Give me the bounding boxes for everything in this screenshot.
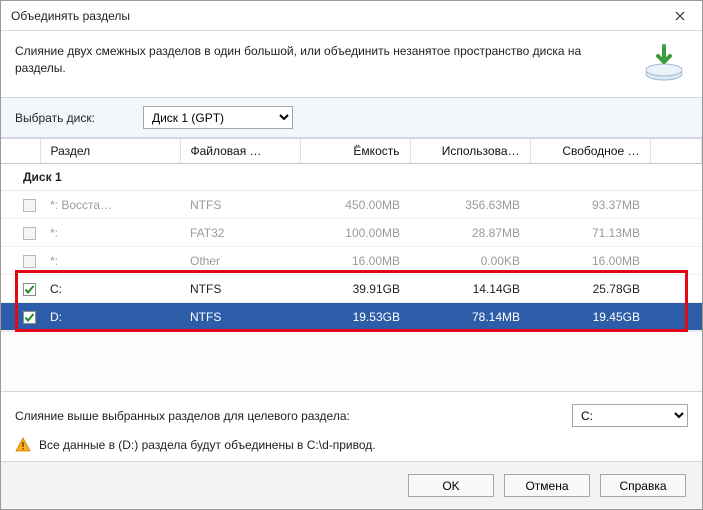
col-free[interactable]: Свободное … bbox=[530, 139, 650, 164]
partition-table: Раздел Файловая … Ёмкость Использова… Св… bbox=[1, 138, 702, 331]
merge-target-select[interactable]: C: bbox=[572, 404, 688, 427]
row-checkbox bbox=[23, 255, 36, 268]
close-button[interactable] bbox=[657, 1, 702, 31]
button-bar: OK Отмена Справка bbox=[1, 461, 702, 509]
cell-partition: D: bbox=[40, 303, 180, 331]
cell-free: 16.00MB bbox=[530, 247, 650, 275]
lower-panel: Слияние выше выбранных разделов для целе… bbox=[1, 391, 702, 461]
cell-capacity: 16.00MB bbox=[300, 247, 410, 275]
help-button[interactable]: Справка bbox=[600, 474, 686, 497]
row-checkbox-cell[interactable] bbox=[1, 275, 40, 303]
disk-select[interactable]: Диск 1 (GPT) bbox=[143, 106, 293, 129]
disk-group-row: Диск 1 bbox=[1, 164, 702, 191]
cell-used: 0.00KB bbox=[410, 247, 530, 275]
partition-row[interactable]: C:NTFS39.91GB14.14GB25.78GB bbox=[1, 275, 702, 303]
partition-row: *: Восста…NTFS450.00MB356.63MB93.37MB bbox=[1, 191, 702, 219]
cell-used: 78.14MB bbox=[410, 303, 530, 331]
disk-select-label: Выбрать диск: bbox=[15, 111, 95, 125]
partition-row: *:FAT32100.00MB28.87MB71.13MB bbox=[1, 219, 702, 247]
col-capacity[interactable]: Ёмкость bbox=[300, 139, 410, 164]
ok-button[interactable]: OK bbox=[408, 474, 494, 497]
cell-partition: C: bbox=[40, 275, 180, 303]
warning-icon bbox=[15, 437, 31, 453]
cell-filesystem: NTFS bbox=[180, 191, 300, 219]
merge-target-label: Слияние выше выбранных разделов для целе… bbox=[15, 409, 350, 423]
table-empty-area bbox=[1, 331, 702, 391]
warning-text: Все данные в (D:) раздела будут объедине… bbox=[39, 438, 376, 452]
cell-free: 93.37MB bbox=[530, 191, 650, 219]
partition-table-wrap: Раздел Файловая … Ёмкость Использова… Св… bbox=[1, 138, 702, 331]
close-icon bbox=[675, 11, 685, 21]
cell-capacity: 19.53GB bbox=[300, 303, 410, 331]
description-area: Слияние двух смежных разделов в один бол… bbox=[1, 31, 702, 98]
cell-free: 71.13MB bbox=[530, 219, 650, 247]
warning-row: Все данные в (D:) раздела будут объедине… bbox=[15, 437, 688, 453]
titlebar: Объединять разделы bbox=[1, 1, 702, 31]
cell-free: 19.45GB bbox=[530, 303, 650, 331]
cell-capacity: 450.00MB bbox=[300, 191, 410, 219]
cell-filesystem: NTFS bbox=[180, 303, 300, 331]
cell-filesystem: NTFS bbox=[180, 275, 300, 303]
partition-row: *:Other16.00MB0.00KB16.00MB bbox=[1, 247, 702, 275]
cell-free: 25.78GB bbox=[530, 275, 650, 303]
row-checkbox-cell bbox=[1, 219, 40, 247]
partition-row[interactable]: D:NTFS19.53GB78.14MB19.45GB bbox=[1, 303, 702, 331]
row-checkbox-cell bbox=[1, 247, 40, 275]
cell-partition: *: bbox=[40, 219, 180, 247]
row-checkbox-cell bbox=[1, 191, 40, 219]
cell-capacity: 39.91GB bbox=[300, 275, 410, 303]
cell-used: 14.14GB bbox=[410, 275, 530, 303]
cell-partition: *: Восста… bbox=[40, 191, 180, 219]
cell-partition: *: bbox=[40, 247, 180, 275]
window-title: Объединять разделы bbox=[11, 9, 130, 23]
merge-hero-icon bbox=[642, 43, 686, 83]
row-checkbox[interactable] bbox=[23, 283, 36, 296]
merge-target-row: Слияние выше выбранных разделов для целе… bbox=[15, 404, 688, 427]
row-checkbox-cell[interactable] bbox=[1, 303, 40, 331]
cell-filesystem: Other bbox=[180, 247, 300, 275]
description-text: Слияние двух смежных разделов в один бол… bbox=[15, 43, 634, 78]
cell-used: 356.63MB bbox=[410, 191, 530, 219]
col-filesystem[interactable]: Файловая … bbox=[180, 139, 300, 164]
col-used[interactable]: Использова… bbox=[410, 139, 530, 164]
row-checkbox[interactable] bbox=[23, 311, 36, 324]
cell-used: 28.87MB bbox=[410, 219, 530, 247]
cell-filesystem: FAT32 bbox=[180, 219, 300, 247]
row-checkbox bbox=[23, 227, 36, 240]
row-checkbox bbox=[23, 199, 36, 212]
cancel-button[interactable]: Отмена bbox=[504, 474, 590, 497]
col-partition[interactable]: Раздел bbox=[40, 139, 180, 164]
disk-toolbar: Выбрать диск: Диск 1 (GPT) bbox=[1, 98, 702, 138]
disk-group-label: Диск 1 bbox=[1, 164, 702, 191]
table-header-row: Раздел Файловая … Ёмкость Использова… Св… bbox=[1, 139, 702, 164]
cell-capacity: 100.00MB bbox=[300, 219, 410, 247]
